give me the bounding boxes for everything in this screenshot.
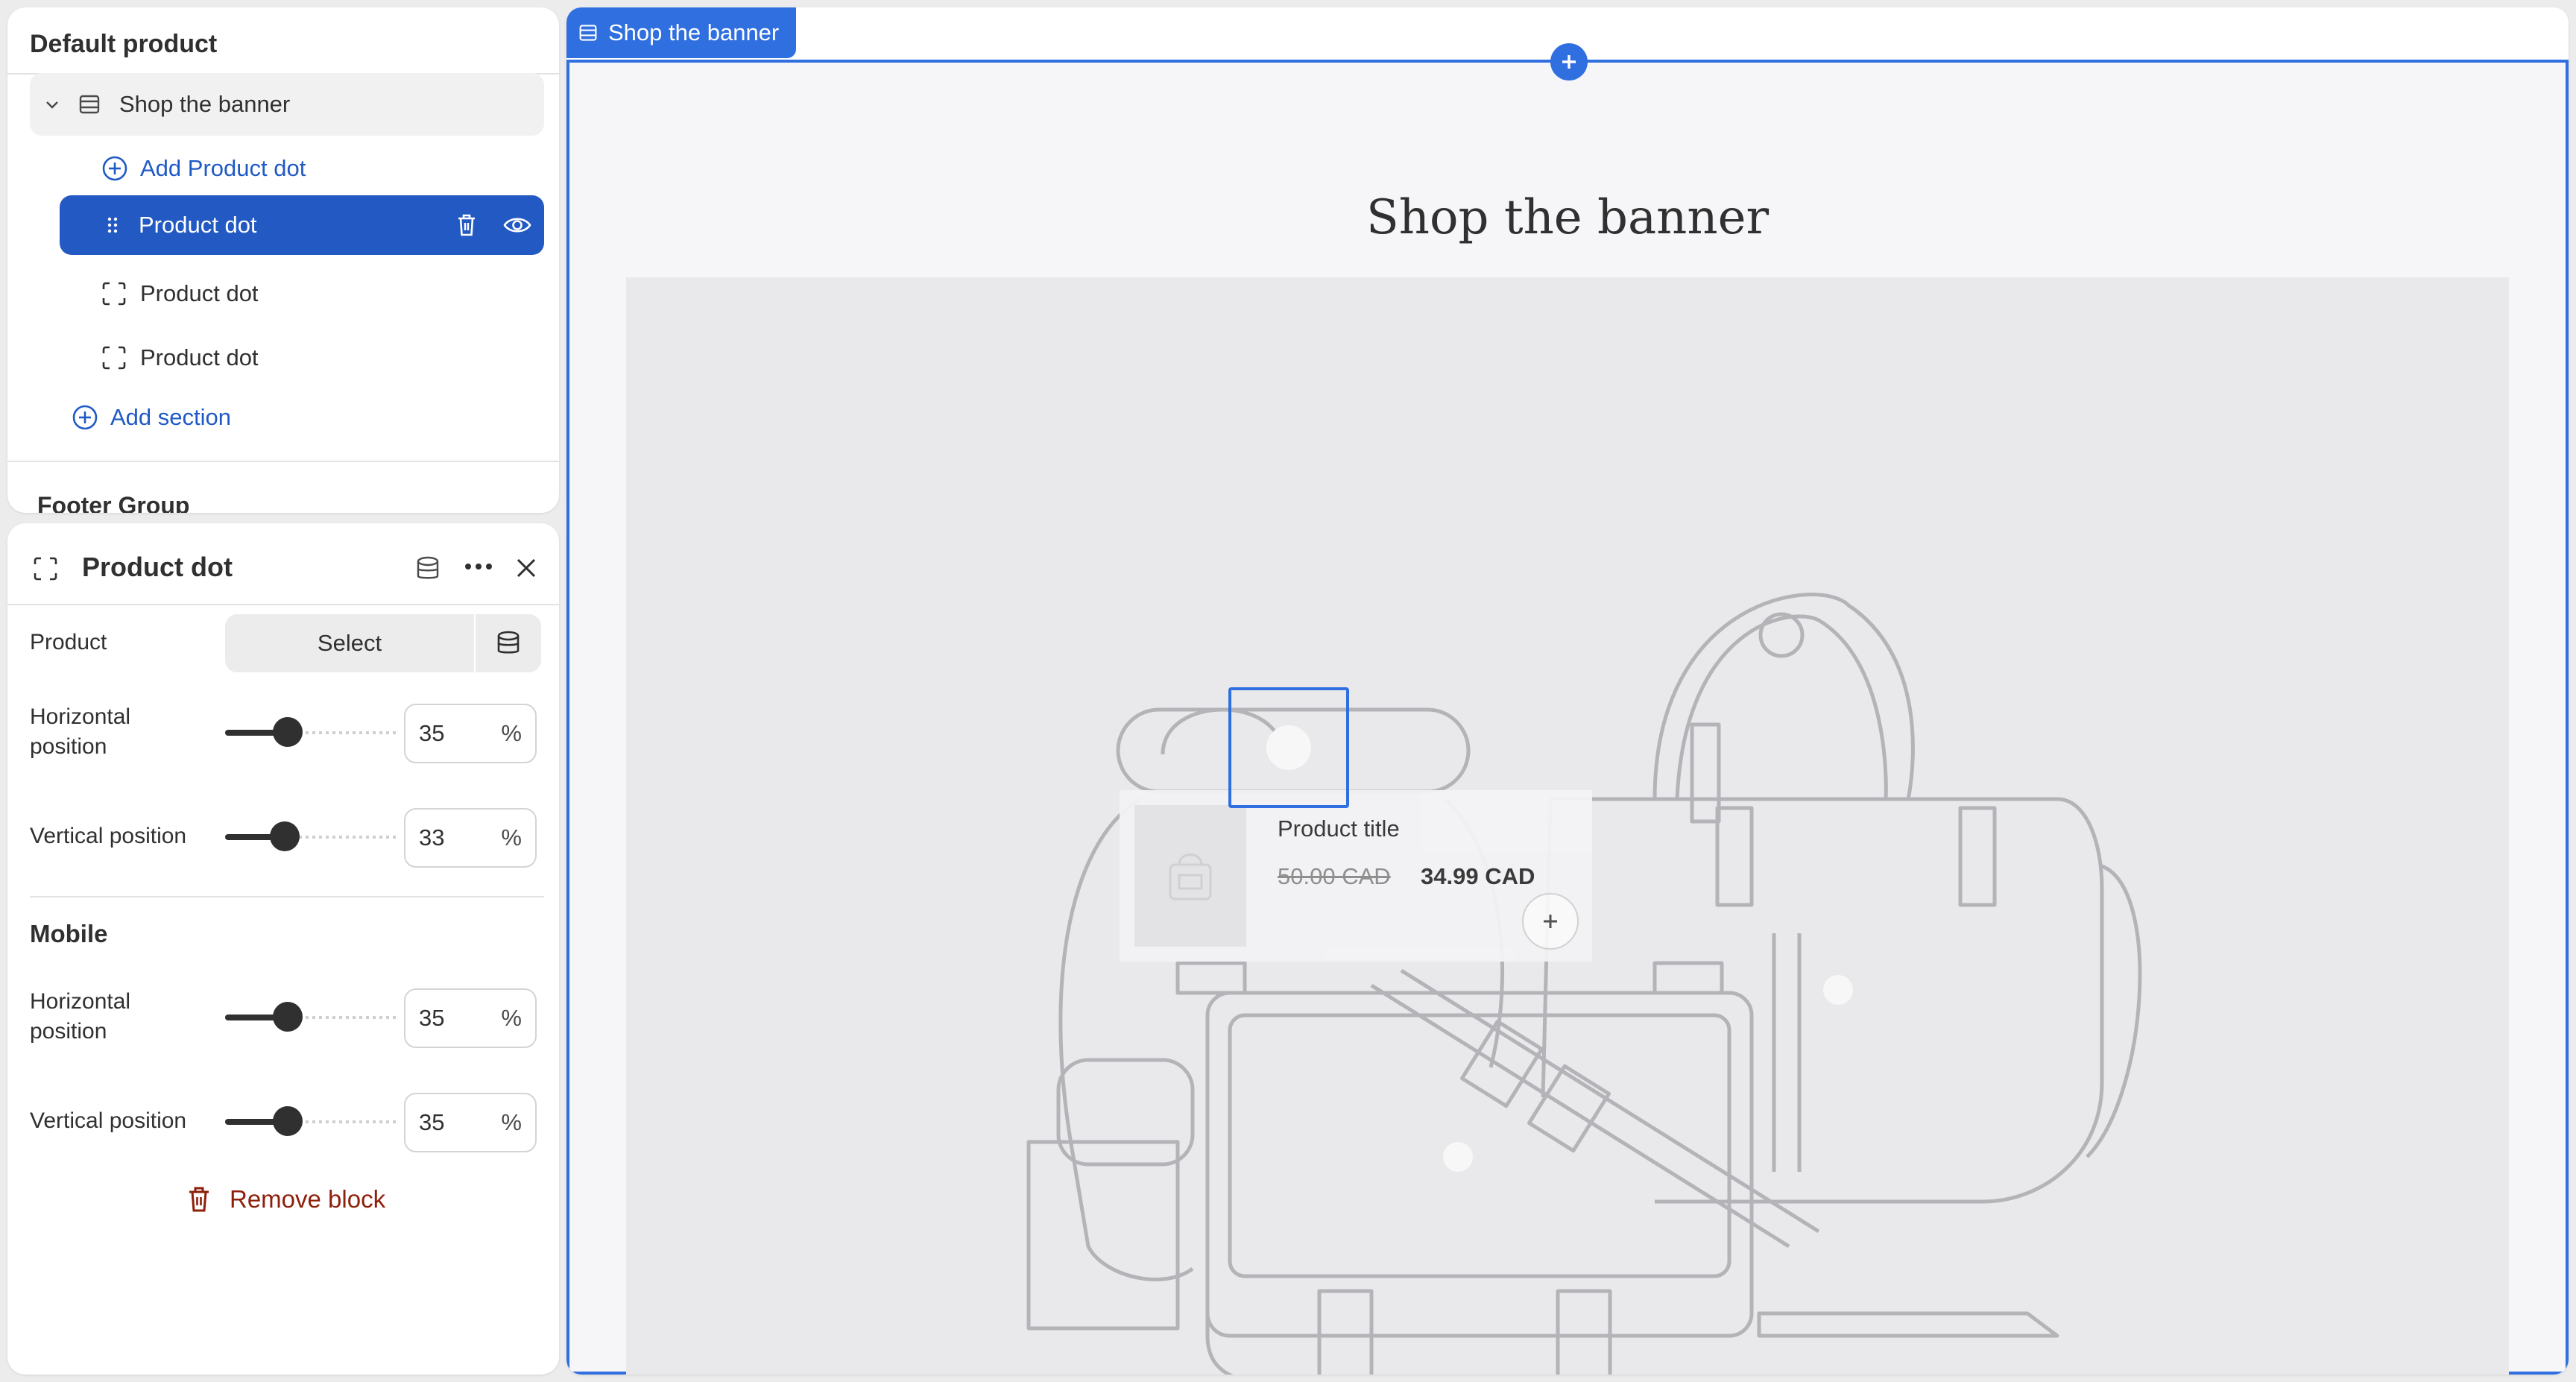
eye-icon[interactable] xyxy=(501,215,534,236)
block-dashed-icon xyxy=(101,281,127,306)
input-value: 35 xyxy=(419,1005,445,1031)
divider xyxy=(7,461,559,462)
mobile-vertical-position-slider[interactable] xyxy=(225,1106,397,1136)
divider xyxy=(30,896,544,897)
hotspot-dot[interactable] xyxy=(1443,1142,1473,1172)
section-icon xyxy=(76,93,103,116)
section-icon xyxy=(578,23,598,42)
chevron-down-icon[interactable] xyxy=(37,96,67,113)
tree-item-product-dot[interactable]: Product dot xyxy=(101,273,259,315)
tree-item-label: Product dot xyxy=(140,344,259,370)
sale-price: 34.99 CAD xyxy=(1421,863,1535,889)
horizontal-position-input[interactable]: 35 % xyxy=(404,704,537,763)
product-popup-card[interactable]: Product title 50.00 CAD 34.99 CAD xyxy=(1120,790,1592,962)
section-tab[interactable]: Shop the banner xyxy=(566,7,796,58)
select-product-button[interactable]: Select xyxy=(225,630,474,657)
mobile-horizontal-position-label: Horizontal position xyxy=(30,989,131,1044)
tree-item-product-dot[interactable]: Product dot xyxy=(101,337,259,379)
section-tree-panel: Default product Shop the banner Add Prod… xyxy=(7,7,559,513)
horizontal-position-label: Horizontal position xyxy=(30,704,131,759)
vertical-position-input[interactable]: 33 % xyxy=(404,808,537,868)
hotspot-dot[interactable] xyxy=(1823,975,1853,1005)
product-placeholder-icon xyxy=(1169,854,1212,900)
plus-icon xyxy=(1539,910,1562,933)
product-label: Product xyxy=(30,630,107,654)
horizontal-position-slider[interactable] xyxy=(225,717,397,747)
section-tab-label: Shop the banner xyxy=(608,19,780,45)
tree-item-shop-the-banner[interactable]: Shop the banner xyxy=(30,73,544,136)
slider-thumb[interactable] xyxy=(273,1002,303,1032)
block-dashed-icon xyxy=(33,556,58,581)
settings-title: Product dot xyxy=(82,552,233,582)
add-block-label: Add Product dot xyxy=(140,155,306,181)
input-value: 33 xyxy=(419,824,445,851)
input-value: 35 xyxy=(419,720,445,746)
add-section-button[interactable]: Add section xyxy=(72,397,231,438)
add-section-label: Add section xyxy=(110,404,231,430)
compare-at-price: 50.00 CAD xyxy=(1278,863,1391,889)
percent-unit: % xyxy=(501,824,522,851)
divider xyxy=(7,604,559,605)
mobile-vertical-position-input[interactable]: 35 % xyxy=(404,1093,537,1152)
database-icon[interactable] xyxy=(476,631,541,656)
product-image-placeholder xyxy=(1134,805,1246,947)
mobile-vertical-position-label: Vertical position xyxy=(30,1108,187,1133)
product-picker[interactable]: Select xyxy=(225,614,541,672)
remove-block-button[interactable]: Remove block xyxy=(186,1185,385,1214)
slider-thumb[interactable] xyxy=(270,821,300,851)
product-title: Product title xyxy=(1278,815,1400,842)
trash-icon xyxy=(186,1185,212,1214)
percent-unit: % xyxy=(501,1005,522,1031)
footer-group-title[interactable]: Footer Group xyxy=(37,492,189,513)
tree-item-label: Shop the banner xyxy=(119,91,291,117)
tree-item-product-dot-selected[interactable]: Product dot xyxy=(60,195,544,255)
database-icon[interactable] xyxy=(414,556,441,581)
add-section-plus-button[interactable] xyxy=(1550,43,1588,81)
close-icon[interactable] xyxy=(514,556,538,580)
tree-item-label: Product dot xyxy=(140,280,259,306)
mobile-horizontal-position-input[interactable]: 35 % xyxy=(404,988,537,1048)
drag-handle-icon[interactable] xyxy=(101,216,124,234)
add-circle-icon xyxy=(101,155,128,182)
input-value: 35 xyxy=(419,1109,445,1135)
block-settings-panel: Product dot Product Select Horizontal po… xyxy=(7,523,559,1375)
block-dashed-icon xyxy=(101,345,127,370)
more-icon[interactable] xyxy=(464,562,493,571)
percent-unit: % xyxy=(501,1109,522,1135)
selected-hotspot[interactable] xyxy=(1228,687,1349,808)
tree-item-label: Product dot xyxy=(139,212,257,238)
mobile-heading: Mobile xyxy=(30,920,108,947)
hotspot-dot[interactable] xyxy=(1266,725,1311,770)
add-circle-icon xyxy=(72,404,98,431)
template-title: Default product xyxy=(30,30,218,58)
vertical-position-slider[interactable] xyxy=(225,821,397,851)
slider-thumb[interactable] xyxy=(273,717,303,747)
plus-icon xyxy=(1559,52,1579,72)
vertical-position-label: Vertical position xyxy=(30,824,187,848)
percent-unit: % xyxy=(501,720,522,746)
trash-icon[interactable] xyxy=(452,212,482,238)
slider-thumb[interactable] xyxy=(273,1106,303,1136)
remove-block-label: Remove block xyxy=(230,1185,386,1213)
add-to-cart-button[interactable] xyxy=(1522,893,1579,950)
banner-heading: Shop the banner xyxy=(1366,190,1770,245)
add-product-dot-button[interactable]: Add Product dot xyxy=(101,148,306,189)
theme-preview: Shop the banner Shop the banner Product … xyxy=(566,7,2569,1375)
mobile-horizontal-position-slider[interactable] xyxy=(225,1002,397,1032)
